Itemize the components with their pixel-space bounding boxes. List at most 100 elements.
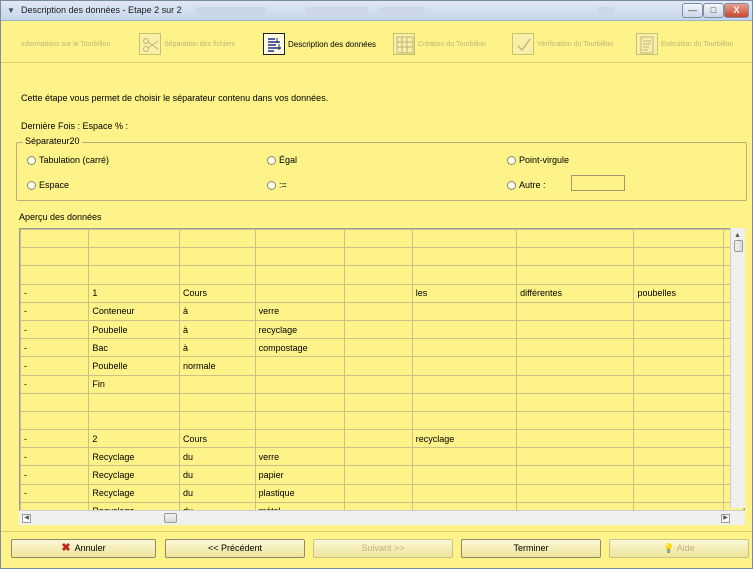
table-cell[interactable] [411, 319, 518, 340]
table-cell[interactable] [516, 429, 635, 449]
table-cell[interactable]: - [20, 483, 90, 503]
precedent-button[interactable]: << Précédent [165, 539, 305, 558]
table-cell[interactable] [516, 465, 635, 485]
table-cell[interactable] [179, 265, 256, 285]
radio-egal[interactable]: Égal [267, 155, 297, 165]
table-cell[interactable] [254, 247, 346, 267]
table-cell[interactable] [411, 392, 518, 412]
scroll-thumb[interactable] [734, 240, 743, 252]
scroll-up-icon[interactable]: ▲ [734, 232, 741, 239]
table-cell[interactable] [411, 374, 518, 394]
scroll-left-icon[interactable]: ◀ [22, 514, 31, 523]
table-cell[interactable] [633, 265, 725, 285]
annuler-button[interactable]: ✖ Annuler [11, 539, 156, 558]
table-cell[interactable] [516, 374, 635, 394]
horizontal-scrollbar[interactable]: ◀ ▶ [19, 510, 745, 525]
step-verification[interactable]: Vérification du Tourbillon [512, 32, 613, 56]
table-cell[interactable]: Conteneur [88, 301, 181, 321]
table-cell[interactable] [88, 247, 181, 267]
table-cell[interactable]: Cours [179, 429, 256, 449]
table-cell[interactable] [633, 447, 725, 467]
table-cell[interactable] [411, 447, 518, 467]
scroll-thumb[interactable] [164, 513, 177, 523]
table-cell[interactable] [516, 392, 635, 412]
table-cell[interactable] [20, 229, 90, 249]
table-cell[interactable] [254, 374, 346, 394]
table-cell[interactable] [179, 247, 256, 267]
table-cell[interactable] [344, 229, 413, 249]
table-cell[interactable] [411, 338, 518, 358]
table-cell[interactable] [179, 229, 256, 249]
table-cell[interactable] [411, 301, 518, 321]
table-cell[interactable]: Recyclage [88, 447, 181, 467]
table-cell[interactable] [633, 465, 725, 485]
table-cell[interactable] [633, 229, 725, 249]
table-cell[interactable] [411, 483, 518, 503]
step-execution[interactable]: Exécution du Tourbillon [636, 32, 733, 56]
suivant-button[interactable]: Suivant >> [313, 539, 453, 558]
step-informations[interactable]: Informations sur le Tourbillon [21, 32, 110, 56]
table-cell[interactable] [516, 410, 635, 431]
table-cell[interactable]: - [20, 301, 90, 321]
table-cell[interactable] [179, 410, 256, 431]
radio-autre[interactable]: Autre : [507, 180, 546, 190]
radio-point-virgule[interactable]: Point-virgule [507, 155, 569, 165]
table-cell[interactable]: verre [254, 301, 346, 321]
autre-separator-input[interactable] [571, 175, 625, 191]
table-cell[interactable] [516, 265, 635, 285]
table-cell[interactable] [344, 392, 413, 412]
table-cell[interactable]: - [20, 356, 90, 376]
table-cell[interactable] [254, 283, 346, 303]
table-cell[interactable]: - [20, 447, 90, 467]
table-cell[interactable] [344, 483, 413, 503]
table-cell[interactable] [179, 392, 256, 412]
table-cell[interactable] [344, 356, 413, 376]
table-cell[interactable] [633, 483, 725, 503]
table-cell[interactable] [516, 356, 635, 376]
table-cell[interactable]: Poubelle [88, 356, 181, 376]
table-cell[interactable] [88, 392, 181, 412]
table-cell[interactable] [633, 301, 725, 321]
table-cell[interactable] [633, 247, 725, 267]
table-cell[interactable] [633, 356, 725, 376]
table-cell[interactable] [633, 410, 725, 431]
table-cell[interactable] [20, 410, 90, 431]
table-cell[interactable]: 1 [88, 283, 181, 303]
radio-espace[interactable]: Espace [27, 180, 69, 190]
table-cell[interactable] [516, 319, 635, 340]
table-cell[interactable] [20, 265, 90, 285]
table-cell[interactable]: - [20, 429, 90, 449]
table-cell[interactable] [254, 410, 346, 431]
radio-colon-equal[interactable]: := [267, 180, 287, 190]
table-cell[interactable]: Recyclage [88, 483, 181, 503]
table-cell[interactable]: à [179, 338, 256, 358]
table-cell[interactable] [344, 301, 413, 321]
table-cell[interactable] [411, 265, 518, 285]
table-cell[interactable] [344, 465, 413, 485]
table-cell[interactable] [344, 338, 413, 358]
data-preview-grid[interactable]: -1 Cours les différentes poubelles - Conteneur… [19, 228, 745, 521]
minimize-button[interactable]: — [682, 3, 703, 18]
table-cell[interactable]: 2 [88, 429, 181, 449]
table-cell[interactable] [633, 374, 725, 394]
table-cell[interactable]: plastique [254, 483, 346, 503]
table-cell[interactable]: Poubelle [88, 319, 181, 340]
table-cell[interactable] [516, 229, 635, 249]
table-cell[interactable] [344, 410, 413, 431]
table-cell[interactable] [344, 265, 413, 285]
table-cell[interactable]: - [20, 374, 90, 394]
table-cell[interactable] [516, 483, 635, 503]
table-cell[interactable] [411, 465, 518, 485]
table-cell[interactable] [88, 265, 181, 285]
table-cell[interactable]: Cours [179, 283, 256, 303]
radio-tabulation[interactable]: Tabulation (carré) [27, 155, 109, 165]
table-cell[interactable] [411, 356, 518, 376]
table-cell[interactable] [344, 447, 413, 467]
table-cell[interactable] [254, 229, 346, 249]
vertical-scrollbar[interactable]: ▲ [730, 228, 745, 508]
table-cell[interactable] [633, 319, 725, 340]
table-cell[interactable] [254, 265, 346, 285]
step-creation[interactable]: Création du Tourbillon [393, 32, 486, 56]
table-cell[interactable]: compostage [254, 338, 346, 358]
step-description[interactable]: Description des données [263, 32, 376, 56]
